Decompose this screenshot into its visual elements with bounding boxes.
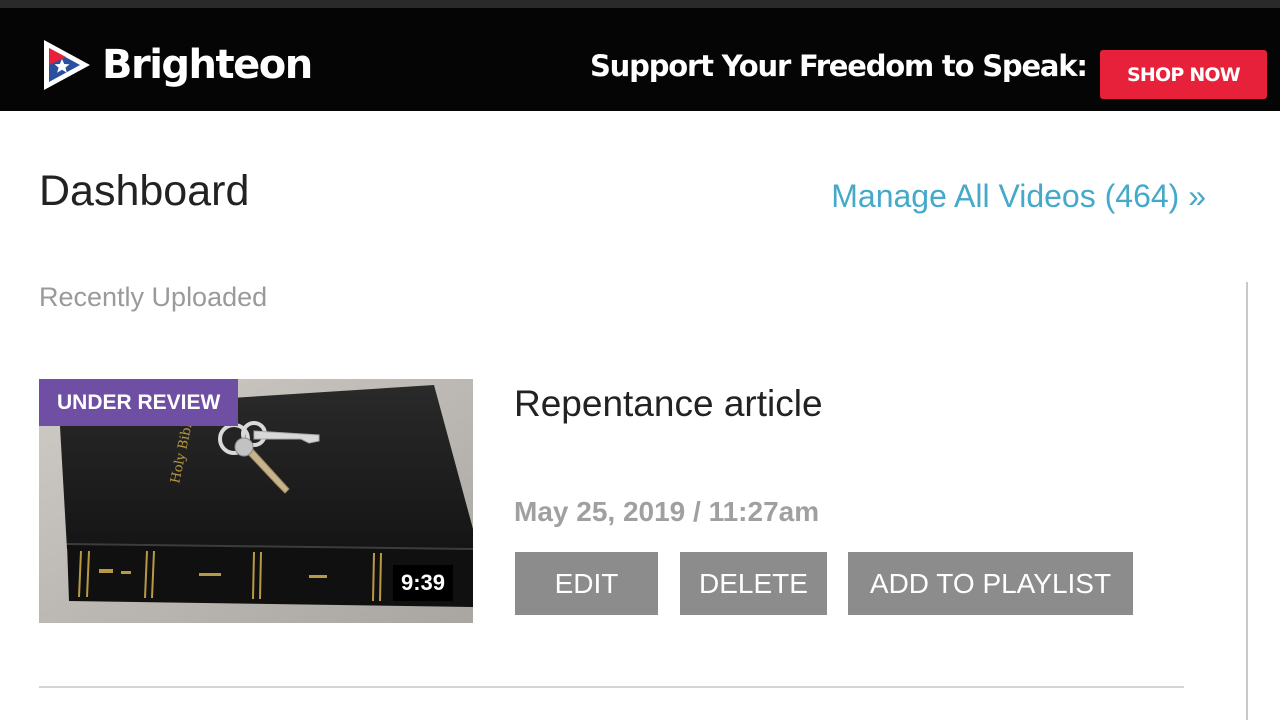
video-thumbnail[interactable]: Holy Bible UNDER REVIEW 9:39	[39, 379, 473, 623]
edit-button[interactable]: EDIT	[515, 552, 658, 615]
shop-now-button[interactable]: SHOP NOW	[1100, 50, 1267, 99]
sidebar-divider	[1246, 282, 1248, 720]
page-title: Dashboard	[39, 167, 250, 215]
brand-name: Brighteon	[102, 42, 313, 88]
add-to-playlist-button[interactable]: ADD TO PLAYLIST	[848, 552, 1133, 615]
row-divider	[39, 686, 1184, 688]
status-badge: UNDER REVIEW	[39, 379, 239, 426]
brand-logo[interactable]: Brighteon	[38, 36, 313, 94]
support-tagline: Support Your Freedom to Speak:	[590, 49, 1088, 83]
brighteon-logo-icon	[44, 40, 90, 90]
video-date: May 25, 2019 / 11:27am	[514, 496, 820, 527]
manage-all-videos-link[interactable]: Manage All Videos (464) »	[831, 180, 1206, 212]
delete-button[interactable]: DELETE	[680, 552, 827, 615]
section-heading: Recently Uploaded	[39, 282, 268, 312]
top-banner: Brighteon Support Your Freedom to Speak:…	[0, 0, 1280, 111]
video-title[interactable]: Repentance article	[514, 385, 823, 422]
duration-badge: 9:39	[392, 565, 453, 601]
